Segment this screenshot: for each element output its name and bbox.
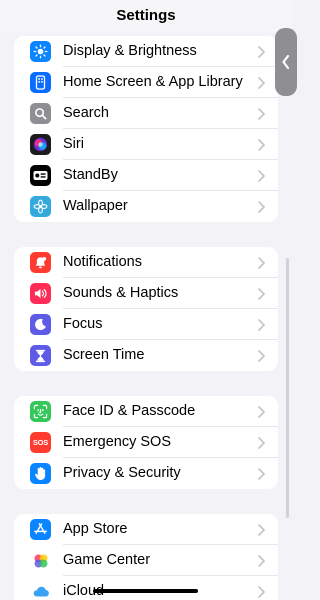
settings-group-security: Face ID & Passcode SOS Emergency SOS Pri… [14,396,278,489]
row-sounds-haptics[interactable]: Sounds & Haptics [14,278,278,309]
row-label: App Store [63,521,128,537]
chevron-right-icon [258,350,265,362]
chevron-right-icon [258,468,265,480]
chevron-right-icon [258,77,265,89]
row-icloud[interactable]: iCloud [14,576,278,600]
hourglass-icon [30,345,51,366]
row-game-center[interactable]: Game Center [14,545,278,576]
standby-icon [30,165,51,186]
row-label: Face ID & Passcode [63,403,196,419]
sun-icon [30,41,51,62]
bell-icon [30,252,51,273]
row-standby[interactable]: StandBy [14,160,278,191]
chevron-right-icon [258,201,265,213]
game-center-icon [30,550,51,571]
row-privacy-security[interactable]: Privacy & Security [14,458,278,489]
chevron-right-icon [258,437,265,449]
chevron-right-icon [258,108,265,120]
chevron-right-icon [258,170,265,182]
row-siri[interactable]: Siri [14,129,278,160]
row-wallpaper[interactable]: Wallpaper [14,191,278,222]
chevron-right-icon [258,586,265,598]
row-emergency-sos[interactable]: SOS Emergency SOS [14,427,278,458]
side-pull-tab[interactable] [275,28,297,96]
row-label: Screen Time [63,347,145,363]
chevron-right-icon [258,139,265,151]
row-screen-time[interactable]: Screen Time [14,340,278,371]
row-search[interactable]: Search [14,98,278,129]
hand-icon [30,463,51,484]
row-label: Display & Brightness [63,43,197,59]
chevron-left-icon [282,54,290,70]
row-face-id-passcode[interactable]: Face ID & Passcode [14,396,278,427]
sos-icon: SOS [30,432,51,453]
row-notifications[interactable]: Notifications [14,247,278,278]
chevron-right-icon [258,257,265,269]
search-icon [30,103,51,124]
row-label: Search [63,105,109,121]
settings-group-notifications: Notifications Sounds & Haptics Focus Scr… [14,247,278,371]
app-store-icon [30,519,51,540]
row-label: Wallpaper [63,198,128,214]
row-home-screen-app-library[interactable]: Home Screen & App Library [14,67,278,98]
sos-badge-text: SOS [32,438,49,447]
moon-icon [30,314,51,335]
row-app-store[interactable]: App Store [14,514,278,545]
chevron-right-icon [258,46,265,58]
face-id-icon [30,401,51,422]
speaker-icon [30,283,51,304]
row-label: Focus [63,316,103,332]
row-label: Siri [63,136,84,152]
chevron-right-icon [258,319,265,331]
home-indicator[interactable] [93,589,198,593]
settings-group-display: Display & Brightness Home Screen & App L… [14,36,278,222]
row-label: StandBy [63,167,118,183]
icloud-icon [30,581,51,600]
scrollbar[interactable] [286,258,289,518]
chevron-right-icon [258,524,265,536]
siri-icon [30,134,51,155]
row-label: iCloud [63,583,105,599]
row-label: Game Center [63,552,151,568]
row-label: Notifications [63,254,142,270]
chevron-right-icon [258,406,265,418]
settings-group-services: App Store Game Center iCloud [14,514,278,600]
chevron-right-icon [258,555,265,567]
page-title: Settings [0,0,292,32]
row-label: Sounds & Haptics [63,285,179,301]
row-label: Privacy & Security [63,465,181,481]
row-focus[interactable]: Focus [14,309,278,340]
row-label: Emergency SOS [63,434,171,450]
row-display-brightness[interactable]: Display & Brightness [14,36,278,67]
row-label: Home Screen & App Library [63,74,243,90]
wallpaper-flower-icon [30,196,51,217]
home-screen-icon [30,72,51,93]
chevron-right-icon [258,288,265,300]
